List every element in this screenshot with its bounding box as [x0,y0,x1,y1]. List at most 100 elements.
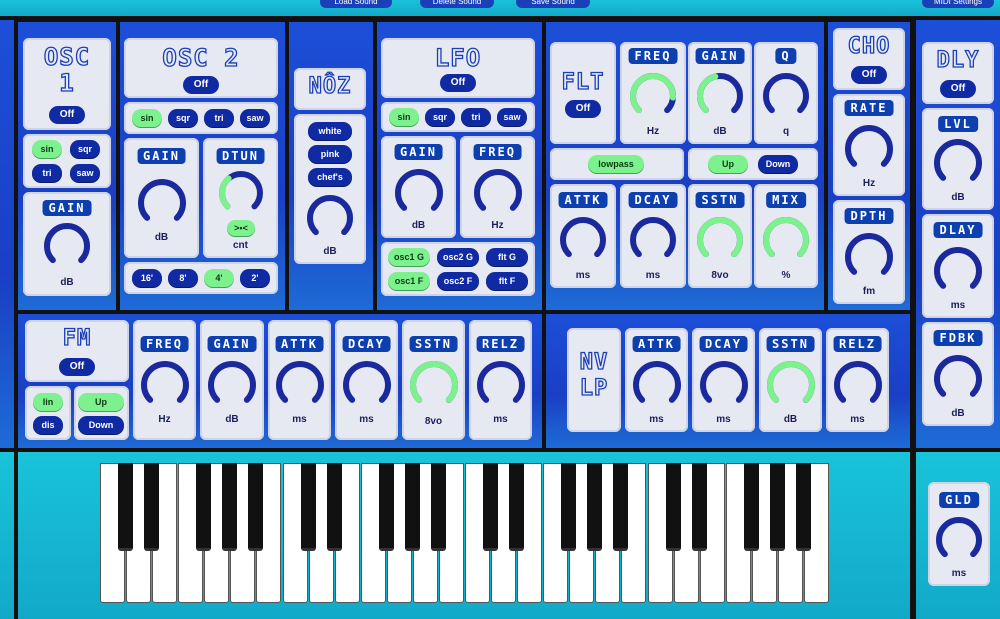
lfo-target-osc2-gain[interactable]: osc2 G [437,248,479,266]
lfo-target-osc1-freq[interactable]: osc1 F [388,272,430,290]
osc2-wave-saw[interactable]: saw [240,109,270,127]
osc2-wave-sqr[interactable]: sqr [168,109,198,127]
osc1-power-button[interactable]: Off [49,106,85,124]
lfo-target-osc1-gain[interactable]: osc1 G [388,248,430,266]
black-key[interactable] [300,463,316,551]
fm-mode-dis[interactable]: dis [33,416,63,434]
noise-type-chefs[interactable]: chef's [308,168,352,186]
fm-sustain-knob[interactable] [409,360,459,410]
fm-decay-knob[interactable] [342,360,392,410]
black-key[interactable] [509,463,525,551]
black-key[interactable] [378,463,394,551]
osc2-wave-sin[interactable]: sin [132,109,162,127]
black-key[interactable] [561,463,577,551]
lfo-power-button[interactable]: Off [440,74,476,92]
osc2-octave-4[interactable]: 4' [204,269,234,287]
lfo-wave-tri[interactable]: tri [461,108,491,126]
lfo-target-filter-freq[interactable]: flt F [486,272,528,290]
black-key[interactable] [222,463,238,551]
filter-mix-knob[interactable] [762,216,810,264]
piano-keyboard[interactable] [100,463,830,603]
lfo-freq-label: FREQ [473,144,522,160]
delete-sound-button[interactable]: Delete Sound [420,0,494,8]
black-key[interactable] [326,463,342,551]
black-key[interactable] [587,463,603,551]
fm-power-button[interactable]: Off [59,358,95,376]
fm-freq-knob[interactable] [140,360,190,410]
lfo-wave-saw[interactable]: saw [497,108,527,126]
save-sound-button[interactable]: Save Sound [516,0,590,8]
filter-decay-knob[interactable] [629,216,677,264]
black-key[interactable] [613,463,629,551]
black-key[interactable] [118,463,134,551]
filter-gain-knob[interactable] [696,72,744,120]
fm-gain-knob[interactable] [207,360,257,410]
osc2-octave-8[interactable]: 8' [168,269,198,287]
fm-mode-lin[interactable]: lin [33,393,63,411]
osc2-octave-2[interactable]: 2' [240,269,270,287]
envelope-sustain-knob[interactable] [766,360,816,410]
black-key[interactable] [743,463,759,551]
lfo-gain-label: GAIN [394,144,443,160]
chorus-rate-knob[interactable] [844,124,894,174]
chorus-depth-knob[interactable] [844,232,894,282]
black-key[interactable] [196,463,212,551]
fm-dir-up-button[interactable]: Up [78,393,124,411]
osc1-wave-sin[interactable]: sin [32,140,62,158]
osc1-wave-saw[interactable]: saw [70,164,100,182]
filter-attack-knob[interactable] [559,216,607,264]
lfo-target-filter-gain[interactable]: flt G [486,248,528,266]
lfo-wave-sqr[interactable]: sqr [425,108,455,126]
filter-type-select[interactable]: lowpass [588,155,644,173]
delay-feedback-knob[interactable] [933,354,983,404]
lfo-freq-knob[interactable] [473,168,523,218]
black-key[interactable] [795,463,811,551]
filter-sustain-knob[interactable] [696,216,744,264]
lfo-target-osc2-freq[interactable]: osc2 F [437,272,479,290]
chorus-power-button[interactable]: Off [851,66,887,84]
black-key[interactable] [248,463,264,551]
filter-dir-up-button[interactable]: Up [708,155,748,173]
filter-power-button[interactable]: Off [565,100,601,118]
noise-title: NÔZ [308,73,352,99]
black-key[interactable] [665,463,681,551]
filter-freq-knob[interactable] [629,72,677,120]
delay-time-knob[interactable] [933,246,983,296]
osc2-wave-tri[interactable]: tri [204,109,234,127]
osc1-wave-tri[interactable]: tri [32,164,62,182]
osc2-detune-reset-button[interactable]: >•< [227,220,255,236]
envelope-attack-knob[interactable] [632,360,682,410]
black-key[interactable] [769,463,785,551]
osc2-octave-16[interactable]: 16' [132,269,162,287]
black-key[interactable] [691,463,707,551]
osc1-gain-knob[interactable] [43,222,91,270]
osc2-detune-card: DTUN >•< cnt [203,138,278,258]
fm-release-knob[interactable] [476,360,526,410]
osc2-detune-knob[interactable] [218,170,264,216]
lfo-wave-sin[interactable]: sin [389,108,419,126]
osc1-wave-sqr[interactable]: sqr [70,140,100,158]
noise-type-white[interactable]: white [308,122,352,140]
delay-power-button[interactable]: Off [940,80,976,98]
noise-type-pink[interactable]: pink [308,145,352,163]
envelope-release-knob[interactable] [833,360,883,410]
filter-q-knob[interactable] [762,72,810,120]
black-key[interactable] [404,463,420,551]
load-sound-button[interactable]: Load Sound [320,0,392,8]
fm-attack-knob[interactable] [275,360,325,410]
filter-mix-unit: % [781,270,791,281]
envelope-decay-knob[interactable] [699,360,749,410]
glide-knob[interactable] [935,516,983,564]
osc2-gain-knob[interactable] [137,178,187,228]
lfo-gain-knob[interactable] [394,168,444,218]
filter-dir-down-button[interactable]: Down [758,155,798,173]
left-bottom-panel [0,452,14,619]
black-key[interactable] [430,463,446,551]
midi-settings-button[interactable]: MIDI Settings [922,0,994,8]
black-key[interactable] [144,463,160,551]
noise-gain-knob[interactable] [306,194,354,242]
fm-dir-down-button[interactable]: Down [78,416,124,434]
black-key[interactable] [483,463,499,551]
osc2-power-button[interactable]: Off [183,76,219,94]
delay-level-knob[interactable] [933,138,983,188]
